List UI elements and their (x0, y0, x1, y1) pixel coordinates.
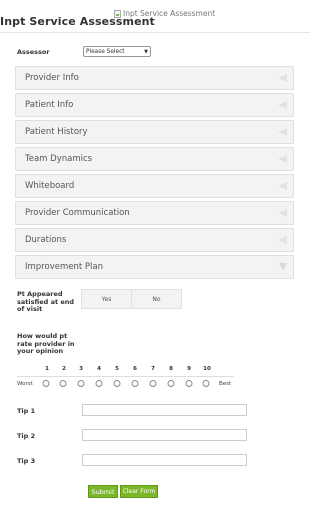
section-label: Patient Info (25, 100, 74, 110)
page-header: Inpt Service Assessment Inpt Service Ass… (0, 8, 310, 30)
rating-radio-7[interactable] (149, 380, 157, 387)
satisfied-question-label: Pt Appeared satisfied at end of visit (17, 290, 75, 313)
section-durations[interactable]: Durations (15, 228, 294, 252)
section-patient-info[interactable]: Patient Info (15, 93, 294, 117)
collapse-arrow-icon (278, 128, 287, 136)
section-label: Durations (25, 235, 67, 245)
scale-number: 3 (79, 366, 83, 372)
section-label: Whiteboard (25, 181, 75, 191)
rating-scale: Worst Best (0, 377, 310, 391)
section-label: Provider Info (25, 73, 79, 83)
section-label: Team Dynamics (25, 154, 93, 164)
rating-question-label: How would pt rate provider in your opini… (17, 332, 75, 355)
section-label: Patient History (25, 127, 88, 137)
rating-radio-10[interactable] (202, 380, 210, 387)
tip-3-label: Tip 3 (17, 457, 36, 465)
section-improvement-plan[interactable]: Improvement Plan (15, 255, 294, 279)
scale-number: 1 (45, 366, 49, 372)
assessor-select[interactable]: Please Select ▼ (83, 46, 151, 57)
section-provider-communication[interactable]: Provider Communication (15, 201, 294, 225)
section-label: Provider Communication (25, 208, 130, 218)
rating-radio-9[interactable] (185, 380, 193, 387)
collapse-arrow-icon (278, 74, 287, 82)
scale-number: 10 (203, 366, 211, 372)
collapse-arrow-icon (278, 236, 287, 244)
tip-3-input[interactable] (82, 454, 247, 466)
section-team-dynamics[interactable]: Team Dynamics (15, 147, 294, 171)
tip-2-label: Tip 2 (17, 432, 36, 440)
scale-number: 2 (62, 366, 66, 372)
assessor-row: Assessor Please Select ▼ (17, 46, 151, 57)
tip-2-input[interactable] (82, 429, 247, 441)
scale-number: 9 (187, 366, 191, 372)
rating-radio-1[interactable] (42, 380, 50, 387)
form-actions: Submit Clear Form (88, 485, 158, 498)
page-title: Inpt Service Assessment (0, 15, 155, 28)
yes-button[interactable]: Yes (81, 289, 132, 309)
assessor-select-value: Please Select (86, 48, 125, 55)
collapse-arrow-icon (278, 155, 287, 163)
section-accordion: Provider Info Patient Info Patient Histo… (15, 66, 294, 282)
collapse-arrow-icon (278, 182, 287, 190)
rating-radio-8[interactable] (167, 380, 175, 387)
rating-radio-4[interactable] (95, 380, 103, 387)
rating-radio-3[interactable] (77, 380, 85, 387)
section-provider-info[interactable]: Provider Info (15, 66, 294, 90)
satisfied-toggle: Yes No (81, 289, 182, 309)
collapse-arrow-icon (278, 209, 287, 217)
section-patient-history[interactable]: Patient History (15, 120, 294, 144)
scale-number: 6 (133, 366, 137, 372)
submit-button[interactable]: Submit (88, 485, 118, 498)
header-divider (0, 32, 310, 33)
tip-1-label: Tip 1 (17, 407, 36, 415)
expand-arrow-icon (279, 263, 287, 271)
tip-1-input[interactable] (82, 404, 247, 416)
section-label: Improvement Plan (25, 262, 103, 272)
rating-radio-2[interactable] (59, 380, 67, 387)
scale-number: 7 (151, 366, 155, 372)
clear-form-button[interactable]: Clear Form (120, 485, 158, 498)
rating-scale-numbers: 1 2 3 4 5 6 7 8 9 10 (0, 366, 310, 374)
rating-radio-5[interactable] (113, 380, 121, 387)
no-button[interactable]: No (131, 289, 182, 309)
scale-number: 5 (115, 366, 119, 372)
scale-low-label: Worst (17, 381, 33, 387)
section-whiteboard[interactable]: Whiteboard (15, 174, 294, 198)
collapse-arrow-icon (278, 101, 287, 109)
assessor-label: Assessor (17, 47, 50, 56)
scale-number: 4 (97, 366, 101, 372)
scale-high-label: Best (219, 381, 232, 387)
chevron-down-icon: ▼ (144, 48, 148, 55)
scale-number: 8 (169, 366, 173, 372)
rating-radio-6[interactable] (131, 380, 139, 387)
